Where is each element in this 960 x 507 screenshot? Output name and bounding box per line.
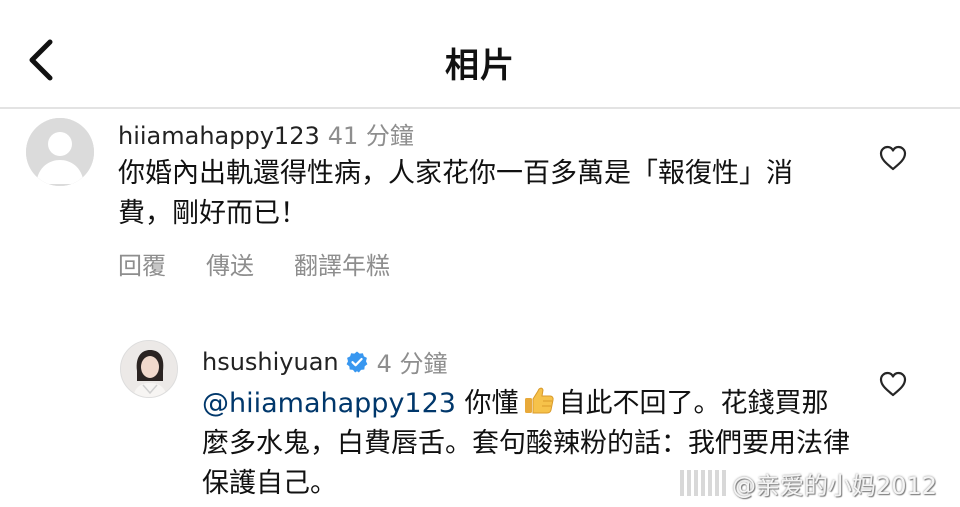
reply-text-part: 你懂 (455, 388, 519, 419)
watermark: @亲爱的小妈2012 (680, 462, 960, 502)
comment-text: 你婚內出軌還得性病，人家花你一百多萬是「報復性」消費，剛好而已！ (118, 158, 793, 229)
top-bar: 相片 (0, 0, 960, 108)
avatar[interactable] (120, 340, 178, 398)
comment-time: 41 分鐘 (327, 122, 414, 150)
default-avatar-icon (26, 118, 94, 186)
comment-header: hsushiyuan 4 分鐘 (202, 344, 448, 379)
reply-button[interactable]: 回覆 (118, 246, 166, 281)
translate-button[interactable]: 翻譯年糕 (294, 246, 390, 281)
watermark-text: @亲爱的小妈2012 (732, 472, 938, 500)
heart-outline-icon (879, 371, 907, 397)
heart-outline-icon (879, 145, 907, 171)
like-button[interactable] (878, 370, 908, 398)
comment-actions: 回覆 傳送 翻譯年糕 (118, 246, 390, 281)
mention-link[interactable]: @hiiamahappy123 (202, 388, 456, 419)
header-divider (0, 107, 960, 109)
comment-time: 4 分鐘 (376, 350, 448, 378)
verified-badge-icon (345, 350, 369, 374)
like-button[interactable] (878, 144, 908, 172)
comment-username[interactable]: hsushiyuan (202, 348, 339, 376)
profile-photo (121, 341, 177, 397)
comment-username[interactable]: hiiamahappy123 (118, 122, 320, 150)
page-title: 相片 (445, 46, 515, 86)
comment-header: hiiamahappy123 41 分鐘 (118, 116, 414, 151)
thumbs-up-icon (521, 382, 557, 418)
send-button[interactable]: 傳送 (206, 246, 254, 281)
watermark-bars (680, 470, 726, 496)
avatar[interactable] (26, 118, 94, 186)
